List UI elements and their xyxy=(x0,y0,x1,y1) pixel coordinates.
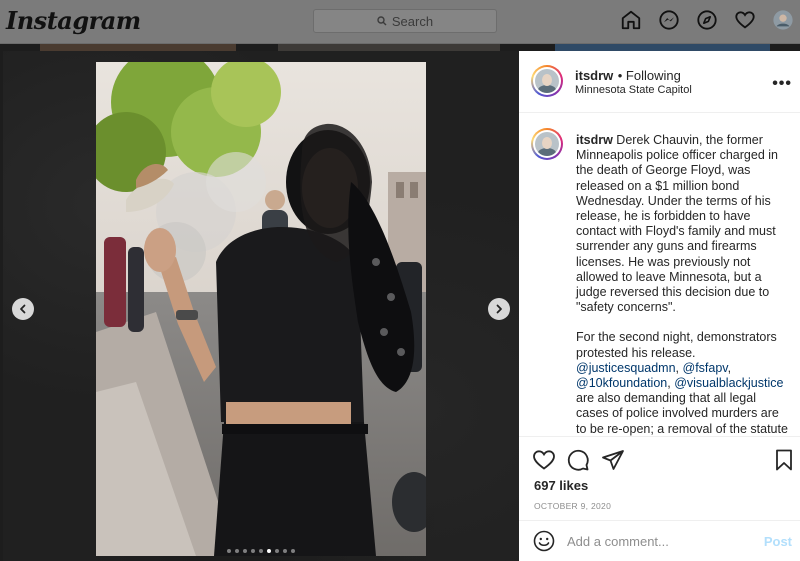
instagram-logo[interactable]: Instagram xyxy=(6,6,141,35)
post-media-area xyxy=(3,51,519,561)
caption-username[interactable]: itsdrw xyxy=(576,133,613,147)
carousel-dot xyxy=(251,549,255,553)
post-photo[interactable] xyxy=(96,62,426,556)
carousel-dot xyxy=(275,549,279,553)
chevron-right-icon xyxy=(496,304,502,314)
carousel-dot xyxy=(283,549,287,553)
caption-author-avatar[interactable] xyxy=(531,128,563,160)
post-header: itsdrw • Following Minnesota State Capit… xyxy=(519,51,800,113)
following-status[interactable]: • Following xyxy=(618,68,681,83)
caption-area: itsdrw Derek Chauvin, the former Minneap… xyxy=(519,114,800,437)
carousel-dot xyxy=(267,549,271,553)
post-details-panel: itsdrw • Following Minnesota State Capit… xyxy=(519,51,800,561)
carousel-dot xyxy=(227,549,231,553)
mention-link[interactable]: @justicesquadmn xyxy=(576,361,676,375)
background-thumbnail xyxy=(278,44,500,51)
caption-paragraph-2-start: For the second night, demonstrators prot… xyxy=(576,330,777,360)
author-username[interactable]: itsdrw xyxy=(575,68,613,83)
search-icon xyxy=(377,16,387,26)
mention-link[interactable]: @fsfapv xyxy=(683,361,728,375)
carousel-dot xyxy=(259,549,263,553)
post-actions xyxy=(519,438,800,478)
comment-bar: Add a comment... Post xyxy=(519,520,800,561)
author-avatar[interactable] xyxy=(531,65,563,97)
search-box[interactable]: Search xyxy=(313,9,497,33)
carousel-indicator xyxy=(96,549,426,553)
home-icon[interactable] xyxy=(620,9,642,31)
caption-paragraph-1: Derek Chauvin, the former Minneapolis po… xyxy=(576,133,778,315)
carousel-dot xyxy=(291,549,295,553)
top-navigation-bar: Instagram Search xyxy=(0,0,800,44)
explore-icon[interactable] xyxy=(696,9,718,31)
previous-photo-button[interactable] xyxy=(12,298,34,320)
background-thumbnail xyxy=(40,44,236,51)
background-thumbnail xyxy=(555,44,770,51)
chevron-left-icon xyxy=(20,304,26,314)
like-count[interactable]: 697 likes xyxy=(534,478,588,493)
search-placeholder: Search xyxy=(391,13,434,29)
post-date[interactable]: OCTOBER 9, 2020 xyxy=(534,501,611,511)
carousel-dot xyxy=(235,549,239,553)
heart-icon[interactable] xyxy=(734,9,756,31)
next-photo-button[interactable] xyxy=(488,298,510,320)
comment-icon[interactable] xyxy=(566,448,590,472)
messenger-icon[interactable] xyxy=(658,9,680,31)
comment-input[interactable]: Add a comment... xyxy=(567,534,669,549)
more-options-icon[interactable]: ••• xyxy=(772,75,792,93)
share-icon[interactable] xyxy=(601,448,625,472)
mention-link[interactable]: @10kfoundation xyxy=(576,376,667,390)
profile-avatar[interactable] xyxy=(772,9,794,31)
caption-text: itsdrw Derek Chauvin, the former Minneap… xyxy=(576,133,788,436)
like-heart-icon[interactable] xyxy=(532,448,556,472)
mention-link[interactable]: @visualblackjustice xyxy=(674,376,783,390)
save-bookmark-icon[interactable] xyxy=(772,448,796,472)
post-location[interactable]: Minnesota State Capitol xyxy=(575,84,692,96)
carousel-dot xyxy=(243,549,247,553)
caption-paragraph-2-end: are also demanding that all legal cases … xyxy=(576,391,788,436)
emoji-icon[interactable] xyxy=(533,530,555,552)
post-comment-button[interactable]: Post xyxy=(764,534,792,549)
